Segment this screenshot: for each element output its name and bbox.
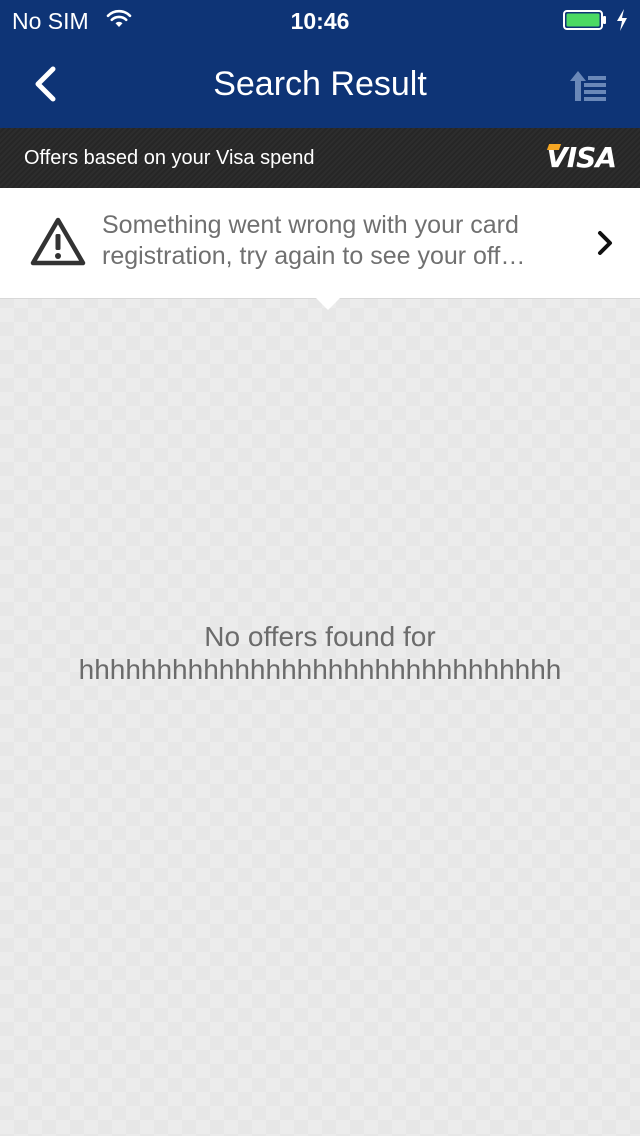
page-title: Search Result [213, 65, 427, 103]
empty-state-message: No offers found for hhhhhhhhhhhhhhhhhhhh… [0, 620, 640, 686]
error-message: Something went wrong with your card regi… [102, 210, 572, 272]
top-header: No SIM 10:46 Search Result [0, 0, 640, 128]
visa-strip-label: Offers based on your Visa spend [24, 147, 315, 169]
sort-list-icon [570, 71, 606, 101]
nav-bar: Search Result [0, 40, 640, 128]
charging-bolt-icon [617, 9, 627, 31]
chevron-right-icon [598, 231, 612, 255]
card-registration-error-banner[interactable]: Something went wrong with your card regi… [0, 188, 640, 310]
empty-state-search-term: hhhhhhhhhhhhhhhhhhhhhhhhhhhhhhh [78, 654, 562, 685]
warning-icon [30, 217, 86, 266]
visa-logo: VISA [546, 142, 617, 174]
status-bar: No SIM 10:46 [0, 0, 640, 40]
error-message-line2: registration, try again to see your off… [102, 242, 526, 270]
battery-icon [563, 10, 606, 30]
sort-button[interactable] [560, 60, 616, 112]
status-time: 10:46 [290, 8, 350, 34]
empty-state-line1: No offers found for [204, 621, 436, 652]
error-message-line1: Something went wrong with your card [102, 211, 519, 239]
visa-logo-swoosh [546, 144, 562, 150]
chevron-left-icon [35, 66, 56, 102]
back-button[interactable] [20, 58, 70, 110]
visa-offers-strip: Offers based on your Visa spend VISA [0, 128, 640, 188]
